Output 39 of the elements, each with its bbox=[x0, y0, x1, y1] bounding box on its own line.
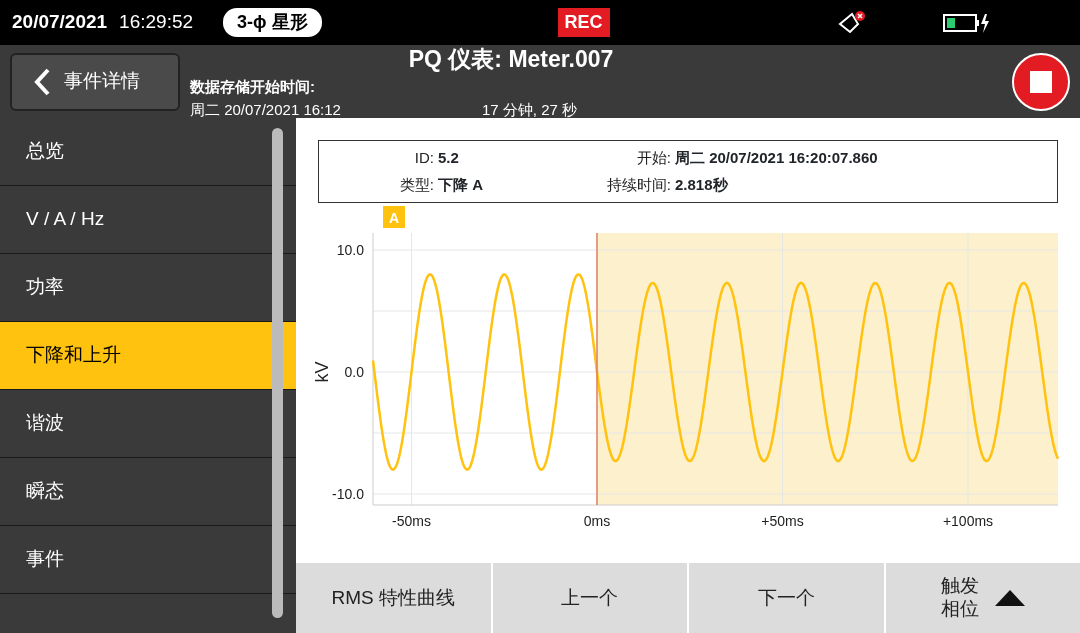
wiring-label: 3-ϕ 星形 bbox=[223, 8, 322, 37]
battery-icon bbox=[942, 11, 991, 34]
recording-label: REC bbox=[557, 8, 610, 37]
stop-icon bbox=[1030, 70, 1052, 93]
channel-label: A bbox=[388, 210, 400, 226]
stop-button[interactable] bbox=[1012, 52, 1070, 111]
storage-start: 周二 20/07/2021 16:12 bbox=[190, 99, 342, 120]
field-value: 2.818秒 bbox=[674, 174, 729, 195]
action-button[interactable]: 上一个 bbox=[492, 563, 687, 633]
triangle-up-icon bbox=[994, 590, 1025, 606]
field-value: 5.2 bbox=[437, 148, 460, 168]
field-label: 持续时间: bbox=[605, 174, 671, 195]
field-value: 周二 20/07/2021 16:20:07.860 bbox=[674, 148, 879, 168]
action-button[interactable]: 触发相位 bbox=[885, 563, 1080, 633]
x-tick-label: +50ms bbox=[761, 513, 804, 529]
y-tick-label: 0.0 bbox=[344, 364, 364, 380]
field-label: ID: bbox=[413, 148, 434, 168]
status-time: 16:29:52 bbox=[119, 10, 194, 35]
x-tick-label: +100ms bbox=[942, 513, 994, 529]
x-tick-label: -50ms bbox=[392, 513, 431, 529]
action-button[interactable]: RMS 特性曲线 bbox=[296, 563, 491, 633]
field-label: 开始: bbox=[635, 148, 671, 168]
channel-badge bbox=[383, 206, 405, 228]
status-date: 20/07/2021 bbox=[12, 10, 108, 35]
chevron-left-icon bbox=[34, 67, 50, 96]
action-button[interactable]: 下一个 bbox=[689, 563, 884, 633]
field-value: 下降 A bbox=[437, 174, 484, 195]
meter-title: PQ 仪表: Meter.007 bbox=[407, 44, 615, 74]
y-tick-label: 10.0 bbox=[336, 242, 364, 258]
scrollbar[interactable] bbox=[272, 128, 283, 618]
signal-icon bbox=[837, 9, 868, 36]
storage-label: 数据存储开始时间: bbox=[190, 77, 316, 98]
field-label: 类型: bbox=[398, 174, 434, 195]
elapsed-time: 17 分钟, 27 秒 bbox=[482, 99, 578, 120]
back-button[interactable]: 事件详情 bbox=[10, 52, 180, 111]
x-tick-label: 0ms bbox=[583, 513, 611, 529]
y-axis-label: kV bbox=[312, 361, 332, 383]
sidebar-item[interactable]: 下降和上升 bbox=[0, 322, 296, 390]
y-tick-label: -10.0 bbox=[332, 486, 364, 502]
